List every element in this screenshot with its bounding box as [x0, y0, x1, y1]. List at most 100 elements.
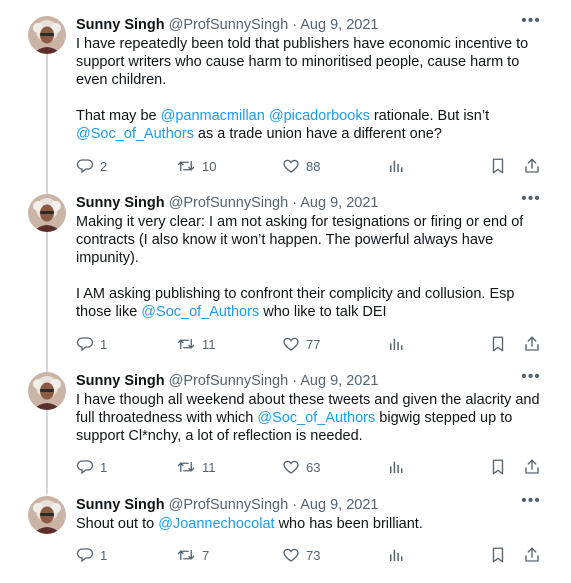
tweet-paragraph: That may be @panmacmillan @picadorbooks … [76, 107, 546, 143]
bookmark-button[interactable] [490, 334, 506, 354]
author-handle[interactable]: @ProfSunnySingh [169, 17, 289, 33]
bookmark-icon [490, 335, 506, 353]
views-button[interactable] [388, 334, 404, 354]
author-name[interactable]: Sunny Singh [76, 497, 165, 513]
reply-button[interactable]: 1 [76, 334, 107, 354]
reply-button[interactable]: 1 [76, 457, 107, 477]
tweet-paragraph: I have though all weekend about these tw… [76, 391, 546, 445]
mention-link[interactable]: @Soc_of_Authors [76, 126, 194, 142]
views-icon [388, 459, 404, 475]
tweet-text: who like to talk DEI [259, 304, 387, 320]
share-icon [523, 157, 541, 175]
mention-link[interactable]: @picadorbooks [269, 108, 370, 124]
replies-count: 2 [100, 158, 108, 174]
author-handle[interactable]: @ProfSunnySingh [169, 497, 289, 513]
more-icon[interactable]: ••• [519, 12, 543, 30]
tweet-actions: 1 11 77 [76, 334, 546, 354]
heart-icon [282, 157, 300, 175]
reply-icon [76, 157, 94, 175]
bookmark-icon [490, 546, 506, 564]
author-name[interactable]: Sunny Singh [76, 17, 165, 33]
tweet-text: Shout out to [76, 516, 159, 532]
retweet-button[interactable]: 11 [176, 334, 216, 354]
likes-count: 73 [306, 547, 321, 563]
bookmark-icon [490, 458, 506, 476]
avatar[interactable] [28, 372, 66, 410]
tweet[interactable]: Sunny Singh @ProfSunnySingh · Aug 9, 202… [0, 190, 571, 354]
tweet-actions: 1 11 63 [76, 457, 546, 477]
mention-link[interactable]: @panmacmillan [161, 108, 265, 124]
dot-separator: · [292, 373, 298, 389]
reply-button[interactable]: 2 [76, 156, 107, 176]
share-button[interactable] [523, 545, 541, 565]
retweet-icon [176, 546, 196, 564]
tweet-date[interactable]: Aug 9, 2021 [300, 497, 378, 513]
retweet-icon [176, 157, 196, 175]
retweet-button[interactable]: 10 [176, 156, 216, 176]
retweets-count: 7 [202, 547, 210, 563]
tweet-text: who has been brilliant. [274, 516, 423, 532]
tweet[interactable]: Sunny Singh @ProfSunnySingh · Aug 9, 202… [0, 368, 571, 477]
dot-separator: · [292, 17, 298, 33]
retweet-button[interactable]: 7 [176, 545, 209, 565]
share-button[interactable] [523, 334, 541, 354]
author-name[interactable]: Sunny Singh [76, 195, 165, 211]
like-button[interactable]: 63 [282, 457, 320, 477]
retweets-count: 10 [202, 158, 217, 174]
tweet-text: Making it very clear: I am not asking fo… [76, 214, 524, 266]
bookmark-button[interactable] [490, 156, 506, 176]
tweet-paragraph: Making it very clear: I am not asking fo… [76, 213, 546, 267]
share-button[interactable] [523, 156, 541, 176]
tweet-paragraph: I have repeatedly been told that publish… [76, 35, 546, 89]
reply-button[interactable]: 1 [76, 545, 107, 565]
tweet-header: Sunny Singh @ProfSunnySingh · Aug 9, 202… [76, 16, 378, 34]
views-button[interactable] [388, 545, 404, 565]
bookmark-button[interactable] [490, 457, 506, 477]
likes-count: 77 [306, 336, 321, 352]
tweet[interactable]: Sunny Singh @ProfSunnySingh · Aug 9, 202… [0, 12, 571, 176]
bookmark-button[interactable] [490, 545, 506, 565]
avatar[interactable] [28, 496, 66, 534]
tweet-paragraph: Shout out to @Joannechocolat who has bee… [76, 515, 546, 533]
like-button[interactable]: 73 [282, 545, 320, 565]
views-button[interactable] [388, 457, 404, 477]
tweet-date[interactable]: Aug 9, 2021 [300, 195, 378, 211]
bookmark-icon [490, 157, 506, 175]
replies-count: 1 [100, 459, 108, 475]
tweet-body: I have repeatedly been told that publish… [76, 35, 546, 143]
retweet-button[interactable]: 11 [176, 457, 216, 477]
like-button[interactable]: 77 [282, 334, 320, 354]
tweet-body: Making it very clear: I am not asking fo… [76, 213, 546, 321]
tweet[interactable]: Sunny Singh @ProfSunnySingh · Aug 9, 202… [0, 492, 571, 576]
mention-link[interactable]: @Joannechocolat [158, 516, 274, 532]
tweet-actions: 1 7 73 [76, 545, 546, 565]
retweets-count: 11 [202, 336, 216, 352]
mention-link[interactable]: @Soc_of_Authors [141, 304, 259, 320]
views-button[interactable] [388, 156, 404, 176]
share-icon [523, 335, 541, 353]
avatar[interactable] [28, 16, 66, 54]
reply-icon [76, 458, 94, 476]
tweet-actions: 2 10 88 [76, 156, 546, 176]
share-icon [523, 458, 541, 476]
more-icon[interactable]: ••• [519, 368, 543, 386]
avatar[interactable] [28, 194, 66, 232]
author-handle[interactable]: @ProfSunnySingh [169, 195, 289, 211]
reply-icon [76, 546, 94, 564]
dot-separator: · [292, 195, 298, 211]
more-icon[interactable]: ••• [519, 190, 543, 208]
share-button[interactable] [523, 457, 541, 477]
tweet-header: Sunny Singh @ProfSunnySingh · Aug 9, 202… [76, 496, 378, 514]
tweet-body: Shout out to @Joannechocolat who has bee… [76, 515, 546, 533]
tweet-text: rationale. But isn’t [369, 108, 490, 124]
heart-icon [282, 335, 300, 353]
tweet-date[interactable]: Aug 9, 2021 [300, 373, 378, 389]
author-name[interactable]: Sunny Singh [76, 373, 165, 389]
tweet-date[interactable]: Aug 9, 2021 [300, 17, 378, 33]
author-handle[interactable]: @ProfSunnySingh [169, 373, 289, 389]
more-icon[interactable]: ••• [519, 492, 543, 510]
like-button[interactable]: 88 [282, 156, 320, 176]
mention-link[interactable]: @Soc_of_Authors [257, 410, 375, 426]
dot-separator: · [292, 497, 298, 513]
